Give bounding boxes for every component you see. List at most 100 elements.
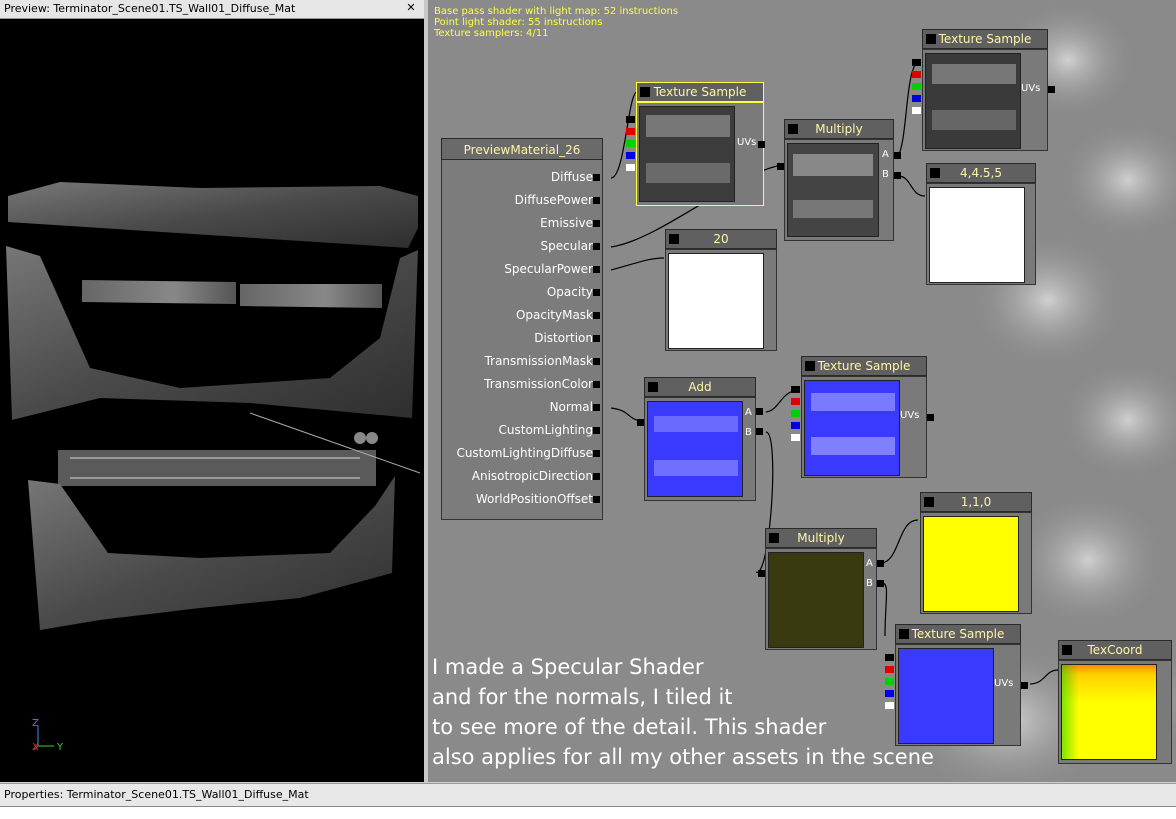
axis-gizmo: Z X Y xyxy=(30,716,70,756)
properties-title: Properties: Terminator_Scene01.TS_Wall01… xyxy=(4,788,309,801)
material-input-row[interactable]: DiffusePower xyxy=(514,193,600,207)
caption-line: to see more of the detail. This shader xyxy=(432,715,827,739)
uvs-label: UVs xyxy=(737,137,757,148)
material-input-pin[interactable] xyxy=(593,450,600,457)
texture-sample-top-node[interactable]: Texture Sample UVs xyxy=(912,29,1055,151)
constant-445-title: 4,4.5,5 xyxy=(960,166,1002,180)
multiply-top-node[interactable]: Multiply A B xyxy=(777,119,901,241)
material-input-pin[interactable] xyxy=(593,496,600,503)
material-input-label: CustomLighting xyxy=(498,423,593,437)
constant-110-node[interactable]: 1,1,0 xyxy=(920,492,1032,614)
material-input-pin[interactable] xyxy=(593,312,600,319)
material-input-pin[interactable] xyxy=(593,427,600,434)
material-input-label: DiffusePower xyxy=(514,193,593,207)
texture-top-thumbnail xyxy=(925,53,1021,149)
uvs-label: UVs xyxy=(900,410,920,421)
add-node[interactable]: Add A B xyxy=(637,377,763,501)
constant-20-swatch xyxy=(668,253,764,349)
material-input-pin[interactable] xyxy=(593,243,600,250)
multiply-bottom-title: Multiply xyxy=(797,531,845,545)
constant-110-swatch xyxy=(923,516,1019,612)
texcoord-thumbnail xyxy=(1061,664,1157,760)
material-input-row[interactable]: Opacity xyxy=(546,285,600,299)
axis-y-label: Y xyxy=(57,742,64,753)
axis-z-label: Z xyxy=(32,718,39,729)
stat-base-pass: Base pass shader with light map: 52 inst… xyxy=(434,6,679,17)
material-input-row[interactable]: TransmissionMask xyxy=(484,354,600,368)
material-input-label: TransmissionColor xyxy=(484,377,593,391)
material-input-label: Normal xyxy=(549,400,593,414)
pin-a-label: A xyxy=(882,149,889,160)
uvs-label: UVs xyxy=(1021,83,1041,94)
texture-sample-normal-title: Texture Sample xyxy=(817,359,911,373)
pin-b-label: B xyxy=(745,427,752,438)
material-input-row[interactable]: AnisotropicDirection xyxy=(471,469,600,483)
diffuse-texture-thumbnail xyxy=(639,106,735,202)
pin-a-label: A xyxy=(745,407,752,418)
material-input-row[interactable]: Specular xyxy=(540,239,600,253)
material-input-label: TransmissionMask xyxy=(484,354,593,368)
material-input-pin[interactable] xyxy=(593,174,600,181)
material-input-row[interactable]: Diffuse xyxy=(551,170,600,184)
material-input-pin[interactable] xyxy=(593,358,600,365)
texcoord-node[interactable]: TexCoord xyxy=(1058,640,1172,764)
material-input-pin[interactable] xyxy=(593,197,600,204)
material-input-label: SpecularPower xyxy=(504,262,593,276)
caption-line: and for the normals, I tiled it xyxy=(432,685,733,709)
material-input-row[interactable]: Distortion xyxy=(534,331,600,345)
material-input-row[interactable]: TransmissionColor xyxy=(484,377,600,391)
preview-viewport[interactable]: Z X Y xyxy=(0,0,424,782)
properties-titlebar: Properties: Terminator_Scene01.TS_Wall01… xyxy=(0,783,1176,806)
material-input-label: Opacity xyxy=(546,285,593,299)
material-input-row[interactable]: Normal xyxy=(549,400,600,414)
uvs-label: UVs xyxy=(994,678,1014,689)
material-node[interactable]: PreviewMaterial_26 Diffuse DiffusePower Em… xyxy=(441,138,603,520)
properties-panel[interactable] xyxy=(0,806,1176,819)
material-input-label: OpacityMask xyxy=(515,308,593,322)
material-input-pin[interactable] xyxy=(593,473,600,480)
material-input-row[interactable]: OpacityMask xyxy=(515,308,600,322)
multiply-bottom-node[interactable]: Multiply A B xyxy=(758,528,884,650)
material-input-label: CustomLightingDiffuse xyxy=(456,446,593,460)
multiply-top-title: Multiply xyxy=(815,122,863,136)
material-input-label: Specular xyxy=(540,239,593,253)
material-input-label: AnisotropicDirection xyxy=(471,469,593,483)
stat-texture-samplers: Texture samplers: 4/11 xyxy=(434,28,549,39)
material-input-pin[interactable] xyxy=(593,266,600,273)
constant-445-swatch xyxy=(929,187,1025,283)
constant-445-node[interactable]: 4,4.5,5 xyxy=(926,163,1036,285)
material-input-row[interactable]: Emissive xyxy=(540,216,600,230)
material-input-pin[interactable] xyxy=(593,381,600,388)
pin-b-label: B xyxy=(882,169,889,180)
multiply-bottom-thumbnail xyxy=(768,552,864,648)
material-input-row[interactable]: WorldPositionOffset xyxy=(475,492,600,506)
material-input-label: Emissive xyxy=(540,216,593,230)
texture-sample-diffuse-node[interactable]: Texture Sample UVs xyxy=(626,82,765,206)
material-input-pin[interactable] xyxy=(593,220,600,227)
material-input-pin[interactable] xyxy=(593,404,600,411)
mesh-preview-image xyxy=(6,182,421,630)
axis-x-label: X xyxy=(32,742,39,753)
constant-20-node[interactable]: 20 xyxy=(665,229,777,351)
texture-sample-normal-node[interactable]: Texture Sample UVs xyxy=(791,356,934,478)
material-input-label: WorldPositionOffset xyxy=(475,492,593,506)
caption-line: I made a Specular Shader xyxy=(432,655,704,679)
caption-line: also applies for all my other assets in … xyxy=(432,745,934,769)
material-input-pin[interactable] xyxy=(593,289,600,296)
close-icon[interactable]: ✕ xyxy=(404,1,418,15)
multiply-top-thumbnail xyxy=(787,143,879,237)
material-input-row[interactable]: CustomLightingDiffuse xyxy=(456,446,600,460)
material-input-label: Distortion xyxy=(534,331,593,345)
add-thumbnail xyxy=(647,401,743,497)
material-input-row[interactable]: SpecularPower xyxy=(504,262,600,276)
shader-stats: Base pass shader with light map: 52 inst… xyxy=(434,6,678,39)
texture-sample-normal2-title: Texture Sample xyxy=(911,627,1005,641)
preview-titlebar: Preview: Terminator_Scene01.TS_Wall01_Di… xyxy=(0,0,424,19)
pin-a-label: A xyxy=(866,558,873,569)
constant-20-title: 20 xyxy=(713,232,729,246)
add-title: Add xyxy=(688,380,712,394)
material-input-pin[interactable] xyxy=(593,335,600,342)
material-input-row[interactable]: CustomLighting xyxy=(498,423,600,437)
constant-110-title: 1,1,0 xyxy=(960,495,992,509)
pin-b-label: B xyxy=(866,578,873,589)
